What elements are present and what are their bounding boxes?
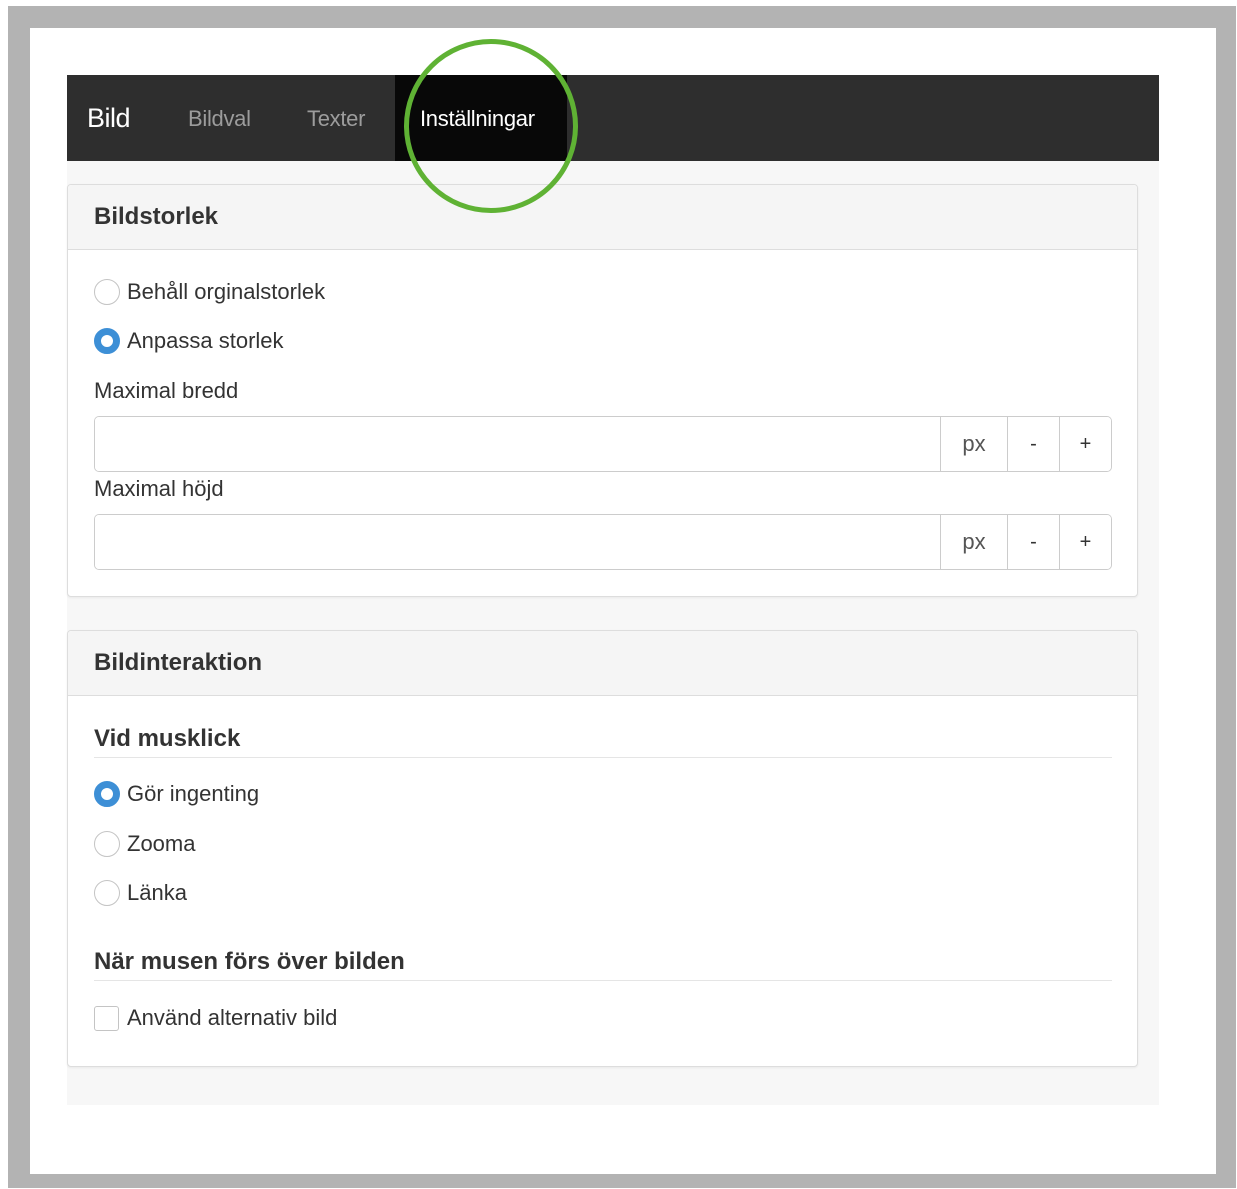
image-size-panel: Bildstorlek Behåll orginalstorlek Anpass… [67,184,1138,597]
checkbox-label: Använd alternativ bild [127,1005,338,1030]
image-size-panel-heading: Bildstorlek [68,185,1137,250]
max-width-input[interactable] [95,417,940,471]
radio-link[interactable]: Länka [94,878,187,908]
max-height-unit: px [940,515,1007,569]
image-settings-app: Bild Bildval Texter Inställningar Bildst… [67,75,1159,1105]
radio-label: Gör ingenting [127,781,260,806]
max-height-decrement-button[interactable]: - [1007,515,1059,569]
max-height-input-group: px - + [94,514,1112,570]
max-height-label: Maximal höjd [94,476,224,501]
max-height-increment-button[interactable]: + [1059,515,1111,569]
on-click-heading: Vid musklick [94,725,1112,758]
tab-bildval[interactable]: Bildval [188,75,251,161]
radio-label: Anpassa storlek [127,328,284,353]
radio-button[interactable] [94,880,120,906]
max-width-increment-button[interactable]: + [1059,417,1111,471]
navbar-brand[interactable]: Bild [87,75,131,161]
checkbox[interactable] [94,1005,119,1031]
max-width-decrement-button[interactable]: - [1007,417,1059,471]
radio-do-nothing[interactable]: Gör ingenting [94,779,259,809]
radio-keep-original-size[interactable]: Behåll orginalstorlek [94,277,325,307]
max-width-input-group: px - + [94,416,1112,472]
radio-button[interactable] [94,831,120,857]
max-width-unit: px [940,417,1007,471]
radio-fit-size[interactable]: Anpassa storlek [94,326,284,356]
radio-label: Zooma [127,831,196,856]
max-height-input[interactable] [95,515,940,569]
radio-label: Länka [127,880,187,905]
image-interaction-panel-heading: Bildinteraktion [68,631,1137,696]
use-alternative-image-checkbox-row[interactable]: Använd alternativ bild [94,1003,337,1033]
radio-label: Behåll orginalstorlek [127,279,326,304]
radio-button-checked[interactable] [94,328,120,354]
radio-button[interactable] [94,279,120,305]
radio-zoom[interactable]: Zooma [94,829,195,859]
tab-installningar[interactable]: Inställningar [395,75,567,161]
image-interaction-panel: Bildinteraktion Vid musklick Gör ingenti… [67,630,1138,1067]
tab-texter[interactable]: Texter [307,75,365,161]
on-hover-heading: När musen förs över bilden [94,948,1112,981]
navbar: Bild Bildval Texter Inställningar [67,75,1159,161]
max-width-label: Maximal bredd [94,378,239,403]
radio-button-checked[interactable] [94,781,120,807]
